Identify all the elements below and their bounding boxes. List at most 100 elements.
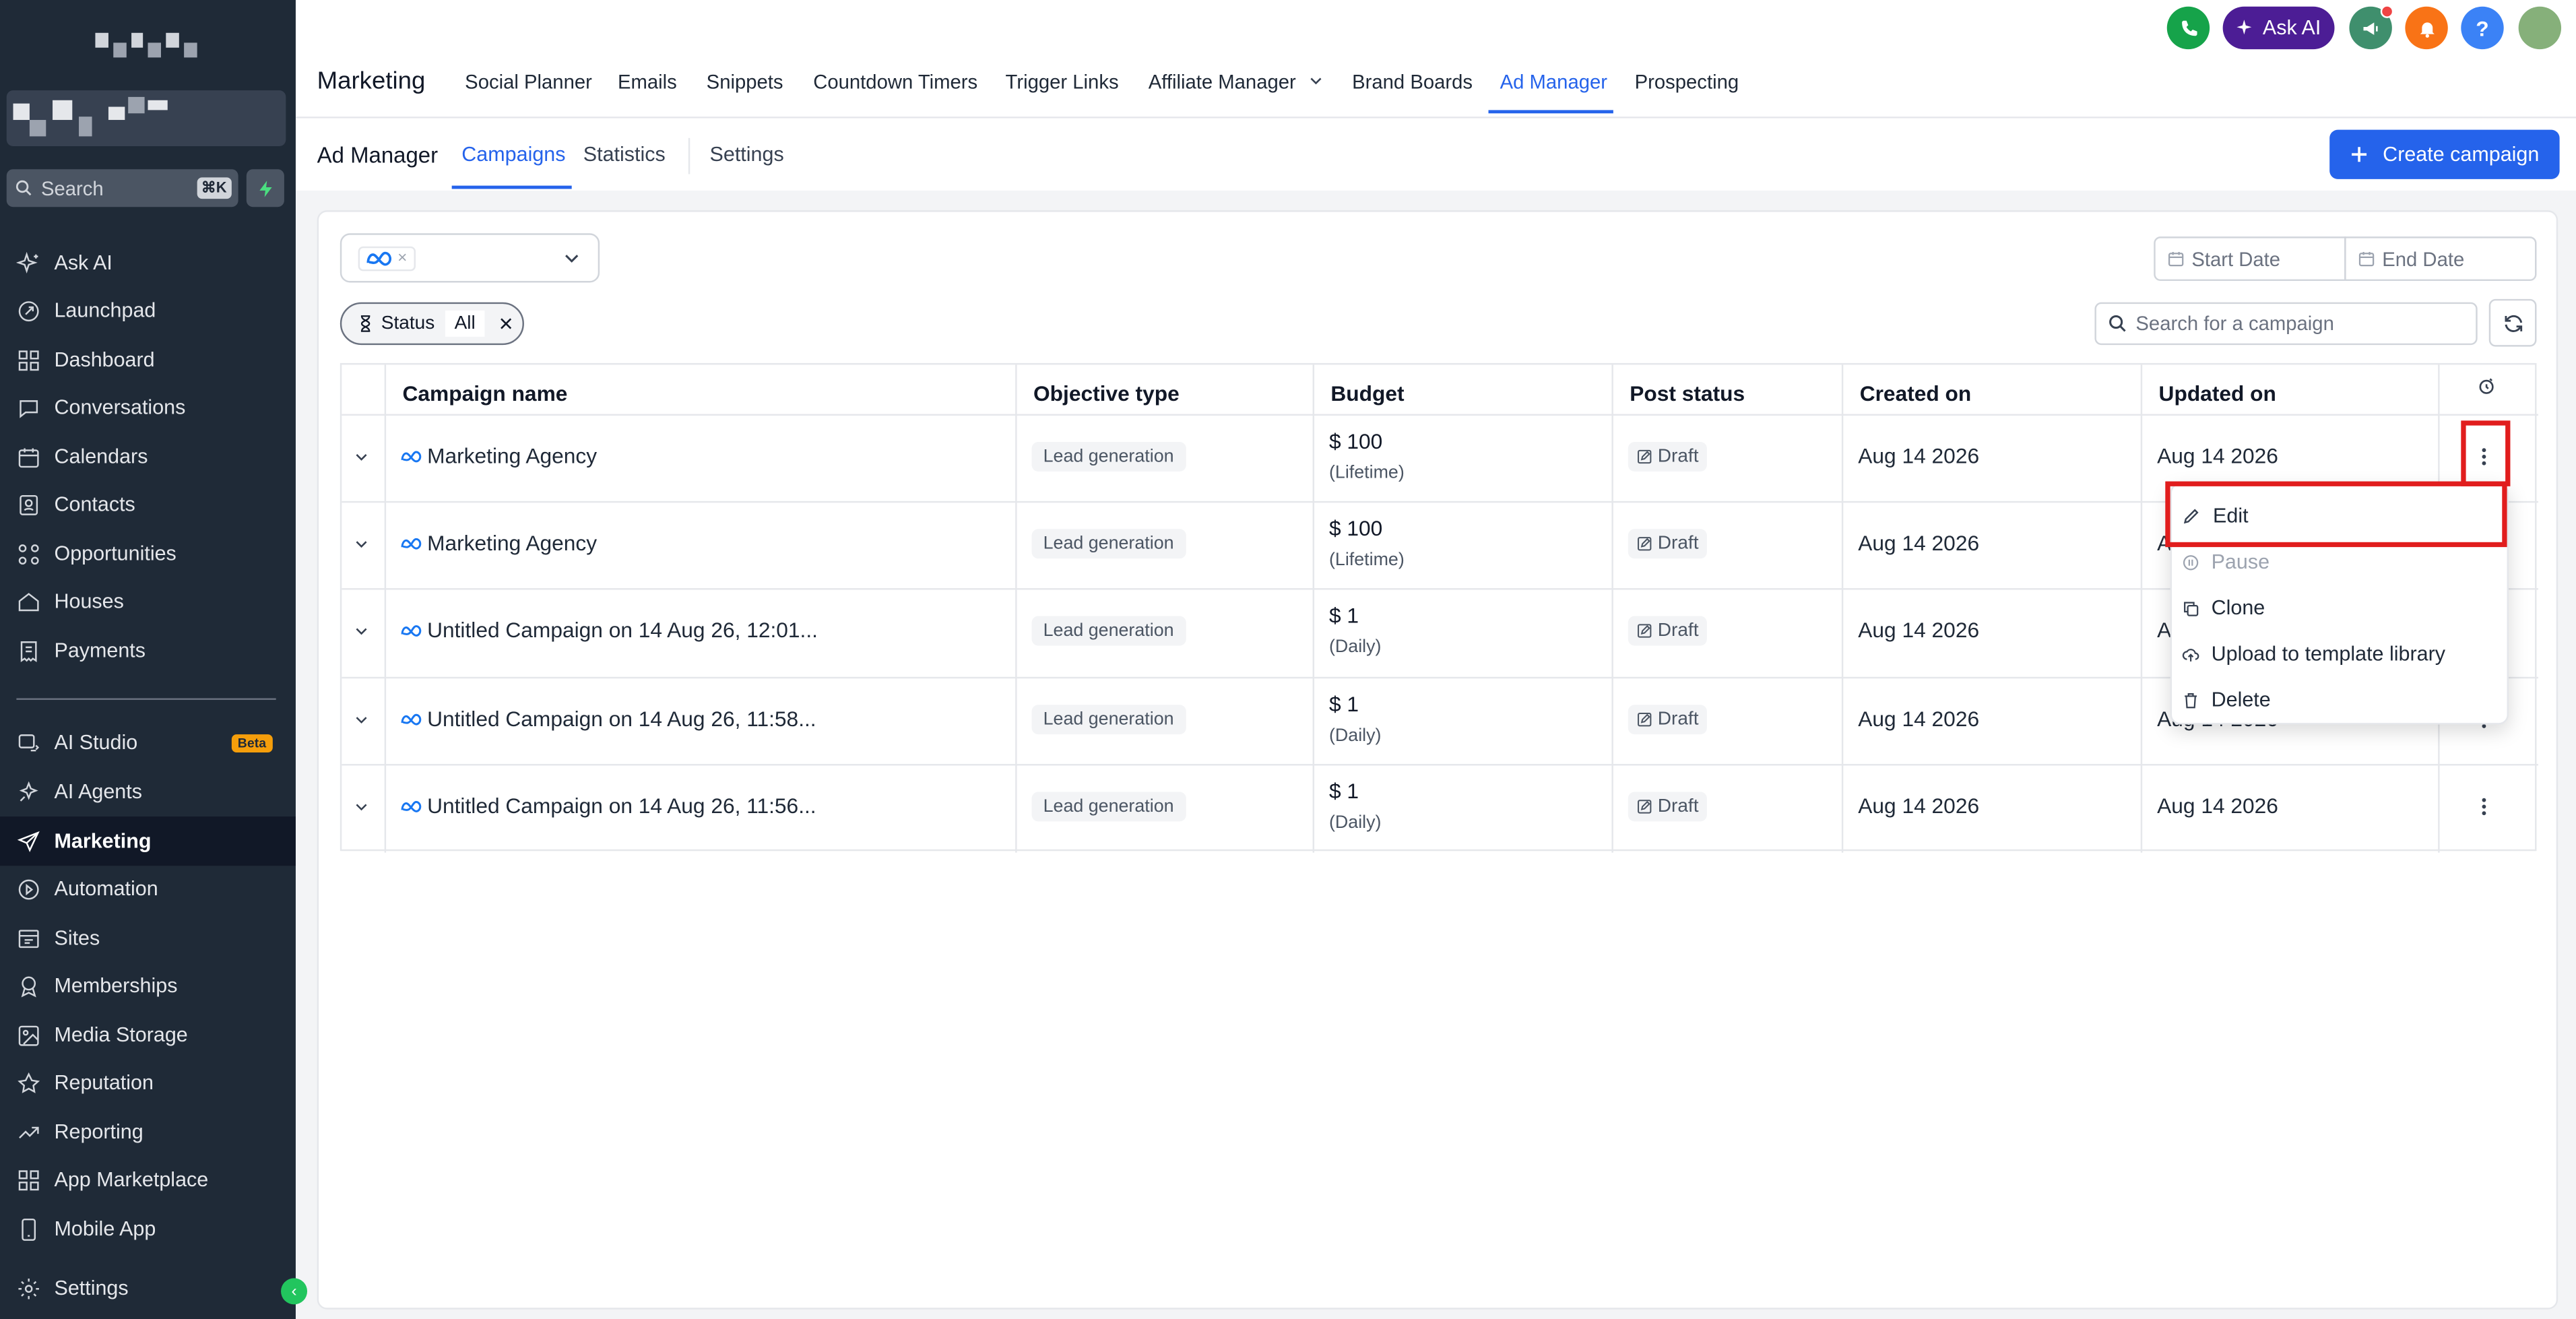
ask-ai-button[interactable]: Ask AI	[2222, 6, 2335, 50]
tab-emails[interactable]: Emails	[618, 71, 677, 94]
menu-item-upload-template[interactable]: Upload to template library	[2182, 636, 2445, 672]
ai-agent-icon	[19, 780, 38, 801]
sidebar-item-label: Launchpad	[54, 298, 156, 323]
tab-trigger-links[interactable]: Trigger Links	[1006, 71, 1119, 94]
account-switcher[interactable]	[6, 90, 286, 147]
campaign-name[interactable]: Untitled Campaign on 14 Aug 26, 11:56...	[427, 794, 816, 818]
expand-row-button[interactable]	[353, 587, 369, 674]
create-campaign-button[interactable]: Create campaign	[2329, 129, 2560, 179]
sidebar-item-automation[interactable]: Automation	[0, 864, 296, 913]
menu-item-pause[interactable]: Pause	[2182, 544, 2269, 580]
column-settings-icon	[2479, 378, 2494, 394]
chat-icon	[20, 399, 38, 418]
sidebar-item-launchpad[interactable]: Launchpad	[0, 286, 296, 335]
sidebar-divider	[16, 698, 276, 700]
platform-select[interactable]: ×	[340, 233, 600, 283]
receipt-icon	[20, 640, 37, 662]
tab-brand-boards[interactable]: Brand Boards	[1352, 71, 1473, 94]
sidebar-item-sites[interactable]: Sites	[0, 913, 296, 963]
sidebar-item-app-marketplace[interactable]: App Marketplace	[0, 1155, 296, 1204]
expand-row-button[interactable]	[353, 499, 369, 586]
row-actions-button[interactable]	[2481, 763, 2488, 849]
column-header-post-status[interactable]: Post status	[1613, 364, 1842, 414]
column-header-campaign-name[interactable]: Campaign name	[386, 364, 1015, 414]
expand-row-button[interactable]	[353, 675, 369, 762]
sidebar-item-dashboard[interactable]: Dashboard	[0, 335, 296, 385]
expand-row-button[interactable]	[353, 763, 369, 849]
contacts-icon	[20, 494, 38, 515]
campaign-name[interactable]: Untitled Campaign on 14 Aug 26, 11:58...	[427, 707, 816, 732]
meta-icon	[401, 624, 422, 636]
sidebar-item-media-storage[interactable]: Media Storage	[0, 1010, 296, 1060]
sidebar-item-conversations[interactable]: Conversations	[0, 383, 296, 432]
tab-statistics[interactable]: Statistics	[583, 143, 666, 166]
expand-row-button[interactable]	[353, 412, 369, 499]
budget-amount: $ 100	[1328, 428, 1383, 454]
edit-square-icon	[1638, 711, 1652, 726]
sidebar-item-ai-agents[interactable]: AI Agents	[0, 767, 296, 816]
tab-settings[interactable]: Settings	[710, 143, 784, 166]
menu-item-delete[interactable]: Delete	[2182, 682, 2271, 718]
sidebar-item-houses[interactable]: Houses	[0, 577, 296, 626]
column-header-updated-on[interactable]: Updated on	[2142, 364, 2438, 414]
more-vertical-icon	[2482, 797, 2486, 814]
chevron-down-icon	[356, 627, 367, 635]
automation-icon	[18, 878, 39, 899]
edit-square-icon	[1638, 623, 1652, 637]
sidebar-item-payments[interactable]: Payments	[0, 626, 296, 675]
status-label: Draft	[1657, 620, 1699, 640]
sidebar-item-memberships[interactable]: Memberships	[0, 961, 296, 1010]
column-settings-button[interactable]	[2476, 376, 2497, 397]
cell-objective-type: Lead generation	[1031, 763, 1186, 849]
tab-prospecting[interactable]: Prospecting	[1635, 71, 1739, 94]
hourglass-icon	[360, 315, 371, 332]
sidebar-item-calendars[interactable]: Calendars	[0, 432, 296, 481]
end-date-field[interactable]: End Date	[2344, 236, 2537, 282]
campaign-search-input[interactable]: Search for a campaign	[2094, 302, 2478, 346]
sidebar-item-contacts[interactable]: Contacts	[0, 480, 296, 529]
campaign-name[interactable]: Untitled Campaign on 14 Aug 26, 12:01...	[427, 618, 818, 643]
send-icon	[17, 830, 40, 851]
sidebar-item-opportunities[interactable]: Opportunities	[0, 529, 296, 578]
tab-ad-manager[interactable]: Ad Manager	[1500, 71, 1607, 94]
sidebar-item-label: App Marketplace	[54, 1167, 209, 1192]
cell-budget: $ 100 (Lifetime)	[1329, 412, 1405, 499]
status-label: Draft	[1657, 533, 1699, 553]
quick-action-button[interactable]	[246, 169, 284, 207]
tab-campaigns[interactable]: Campaigns	[461, 143, 565, 166]
refresh-button[interactable]	[2488, 298, 2537, 347]
sidebar-search-placeholder: Search	[40, 176, 104, 200]
edit-square-icon	[1638, 799, 1652, 813]
bell-icon	[2419, 22, 2434, 37]
tab-social-planner[interactable]: Social Planner	[465, 71, 592, 94]
sidebar-item-marketing[interactable]: Marketing	[0, 816, 296, 866]
tab-affiliate-manager[interactable]: Affiliate Manager	[1149, 71, 1324, 94]
campaign-name[interactable]: Marketing Agency	[427, 531, 597, 556]
menu-item-clone[interactable]: Clone	[2182, 590, 2265, 626]
sidebar-item-reputation[interactable]: Reputation	[0, 1058, 296, 1107]
phone-button[interactable]	[2166, 6, 2210, 50]
updated-date: A	[2157, 617, 2172, 643]
remove-chip-icon[interactable]: ×	[397, 249, 407, 267]
sidebar-item-ask-ai[interactable]: Ask AI	[0, 238, 296, 288]
close-icon[interactable]	[498, 315, 515, 331]
collapse-sidebar-button[interactable]: ‹	[281, 1278, 308, 1305]
column-header-budget[interactable]: Budget	[1314, 364, 1611, 414]
announcements-button[interactable]	[2349, 5, 2394, 50]
notifications-button[interactable]	[2405, 6, 2448, 50]
tab-snippets[interactable]: Snippets	[707, 71, 783, 94]
tab-countdown-timers[interactable]: Countdown Timers	[813, 71, 977, 94]
sidebar-item-mobile-app[interactable]: Mobile App	[0, 1204, 296, 1254]
sidebar-item-reporting[interactable]: Reporting	[0, 1107, 296, 1157]
start-date-field[interactable]: Start Date	[2154, 236, 2346, 282]
sidebar-search[interactable]: Search ⌘K	[6, 169, 238, 207]
help-button[interactable]: ?	[2461, 6, 2504, 50]
sidebar-item-ai-studio[interactable]: AI Studio Beta	[0, 718, 296, 767]
column-header-created-on[interactable]: Created on	[1843, 364, 2140, 414]
sidebar-item-settings[interactable]: Settings	[0, 1263, 296, 1312]
column-header-objective-type[interactable]: Objective type	[1017, 364, 1313, 414]
sites-icon	[18, 929, 39, 947]
status-filter-chip[interactable]: Status All	[340, 302, 524, 346]
campaign-name[interactable]: Marketing Agency	[427, 443, 597, 468]
avatar[interactable]	[2518, 6, 2562, 50]
